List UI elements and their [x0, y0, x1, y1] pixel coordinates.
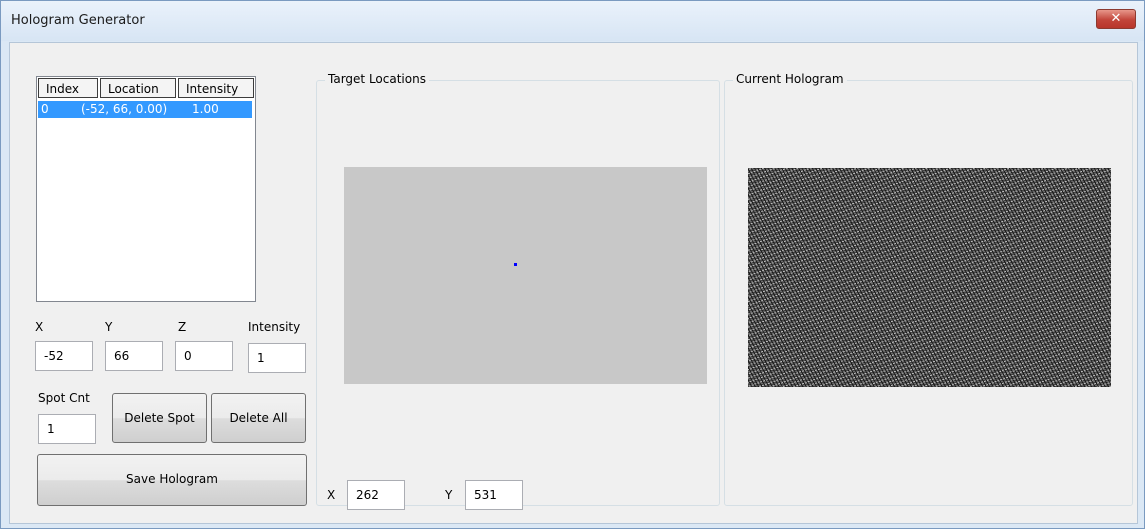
x-field[interactable]: -52: [35, 341, 93, 371]
hologram-image: [748, 168, 1111, 387]
intensity-field[interactable]: 1: [248, 343, 306, 373]
column-header-location[interactable]: Location: [100, 78, 176, 98]
y-field[interactable]: 66: [105, 341, 163, 371]
spot-list[interactable]: Index Location Intensity 0 (-52, 66, 0.0…: [36, 76, 256, 302]
table-row[interactable]: 0 (-52, 66, 0.00) 1.00: [38, 101, 252, 118]
spot-count-label: Spot Cnt: [38, 391, 90, 405]
save-hologram-button[interactable]: Save Hologram: [37, 454, 307, 506]
delete-spot-button[interactable]: Delete Spot: [112, 393, 207, 443]
delete-all-button[interactable]: Delete All: [211, 393, 306, 443]
column-header-index[interactable]: Index: [38, 78, 98, 98]
column-header-intensity[interactable]: Intensity: [178, 78, 254, 98]
z-label: Z: [178, 320, 187, 334]
window-title: Hologram Generator: [11, 13, 145, 28]
row-location: (-52, 66, 0.00): [81, 102, 168, 116]
intensity-label: Intensity: [248, 320, 301, 334]
client-area: Index Location Intensity 0 (-52, 66, 0.0…: [9, 42, 1138, 524]
close-button[interactable]: ✕: [1096, 9, 1136, 29]
target-locations-title: Target Locations: [325, 72, 429, 86]
target-x-label: X: [327, 488, 336, 502]
target-y-label: Y: [445, 488, 453, 502]
hologram-generator-window: Hologram Generator ✕ Index Location Inte…: [0, 0, 1145, 529]
spot-count-field[interactable]: 1: [38, 414, 96, 444]
target-x-field[interactable]: 262: [347, 480, 405, 510]
row-intensity: 1.00: [192, 102, 219, 116]
x-label: X: [35, 320, 44, 334]
current-hologram-title: Current Hologram: [733, 72, 847, 86]
spot-list-header: Index Location Intensity: [37, 77, 255, 99]
title-bar[interactable]: Hologram Generator ✕: [1, 1, 1144, 41]
target-locations-canvas[interactable]: [344, 167, 707, 384]
y-label: Y: [105, 320, 113, 334]
z-field[interactable]: 0: [175, 341, 233, 371]
close-icon: ✕: [1110, 11, 1122, 26]
row-index: 0: [41, 102, 49, 116]
target-y-field[interactable]: 531: [465, 480, 523, 510]
target-spot-marker: [514, 263, 517, 266]
